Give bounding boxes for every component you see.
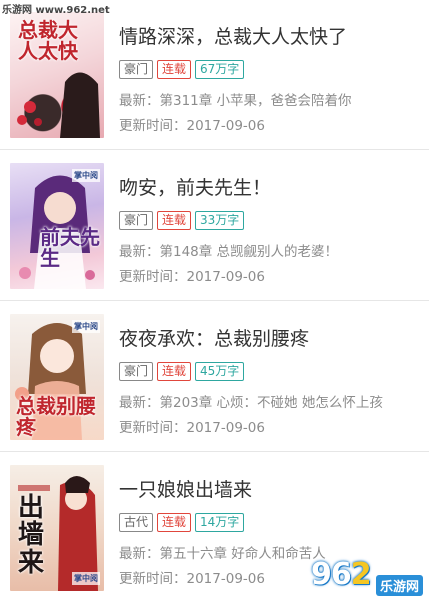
site-watermark: 乐游网 www.962.net [2, 5, 110, 16]
book-item[interactable]: 总裁大人太快 情路深深，总裁大人太快了 豪门 连载 67万字 最新：第311章 … [0, 0, 429, 150]
book-title[interactable]: 夜夜承欢：总裁别腰疼 [119, 324, 309, 351]
book-title[interactable]: 一只娘娘出墙来 [119, 475, 252, 502]
update-time: 更新时间：2017-09-06 [119, 571, 265, 587]
book-item[interactable]: 掌中阅 总裁别腰疼 夜夜承欢：总裁别腰疼 豪门 连载 45万字 最新：第203章… [0, 302, 429, 452]
book-title[interactable]: 吻安，前夫先生！ [119, 173, 271, 200]
latest-chapter[interactable]: 最新：第148章 总觊觎别人的老婆！ [119, 240, 338, 260]
genre-tag[interactable]: 豪门 [119, 60, 154, 79]
book-item[interactable]: 掌中阅 前夫先生 吻安，前夫先生！ 豪门 连载 33万字 最新：第148章 总觊… [0, 151, 429, 301]
status-tag: 连载 [157, 362, 192, 381]
word-count-tag: 14万字 [195, 513, 245, 532]
book-tags: 豪门 连载 45万字 [119, 362, 245, 382]
divider [0, 300, 429, 301]
publisher-badge: 掌中阅 [72, 169, 100, 182]
genre-tag[interactable]: 豪门 [119, 211, 154, 230]
book-tags: 古代 连载 14万字 [119, 513, 245, 533]
divider [0, 451, 429, 452]
publisher-badge: 掌中阅 [72, 572, 100, 585]
book-title[interactable]: 情路深深，总裁大人太快了 [119, 22, 347, 49]
genre-tag[interactable]: 古代 [119, 513, 154, 532]
cover-title-text: 总裁别腰疼 [16, 394, 96, 439]
logo-site-name: 乐游网 [375, 575, 423, 596]
cover-title-text: 前夫先生 [40, 225, 100, 270]
book-cover[interactable]: 掌中阅 出墙来 [10, 465, 104, 591]
cover-title-text: 总裁大人太快 [18, 18, 78, 63]
word-count-tag: 67万字 [195, 60, 245, 79]
status-tag: 连载 [157, 513, 192, 532]
status-tag: 连载 [157, 211, 192, 230]
word-count-tag: 45万字 [195, 362, 245, 381]
status-tag: 连载 [157, 60, 192, 79]
logo-number: 962 [311, 557, 372, 592]
book-tags: 豪门 连载 67万字 [119, 60, 245, 80]
genre-tag[interactable]: 豪门 [119, 362, 154, 381]
update-time: 更新时间：2017-09-06 [119, 118, 265, 134]
latest-chapter[interactable]: 最新：第203章 心烦：不碰她 她怎么怀上孩 [119, 391, 383, 411]
book-cover[interactable]: 掌中阅 前夫先生 [10, 163, 104, 289]
update-time: 更新时间：2017-09-06 [119, 420, 265, 436]
cover-title-text: 出墙来 [18, 493, 45, 578]
divider [0, 149, 429, 150]
site-logo: 962 乐游网 [311, 557, 423, 599]
update-time: 更新时间：2017-09-06 [119, 269, 265, 285]
book-tags: 豪门 连载 33万字 [119, 211, 245, 231]
word-count-tag: 33万字 [195, 211, 245, 230]
book-cover[interactable]: 掌中阅 总裁别腰疼 [10, 314, 104, 440]
book-cover[interactable]: 总裁大人太快 [10, 12, 104, 138]
publisher-badge: 掌中阅 [72, 320, 100, 333]
book-list: 总裁大人太快 情路深深，总裁大人太快了 豪门 连载 67万字 最新：第311章 … [0, 0, 429, 603]
latest-chapter[interactable]: 最新：第五十六章 好命人和命苦人 [119, 542, 326, 562]
latest-chapter[interactable]: 最新：第311章 小苹果，爸爸会陪着你 [119, 89, 352, 109]
